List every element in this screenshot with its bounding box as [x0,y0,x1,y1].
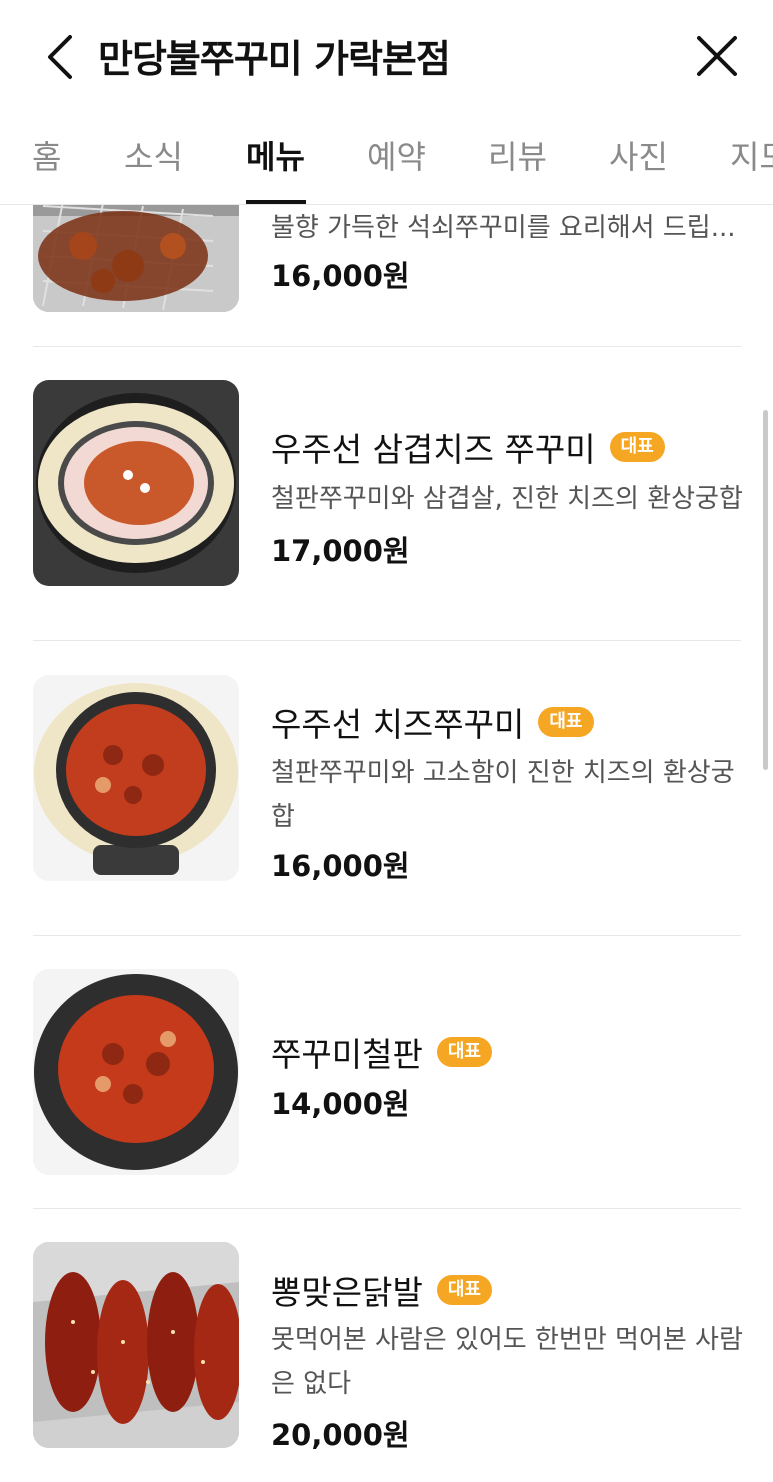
menu-item-name: 뽕맞은닭발 대표 [271,1266,492,1314]
top-bar: 만당불쭈꾸미 가락본점 [0,0,773,112]
tab-menu[interactable]: 메뉴 [246,132,305,178]
menu-item-description: 철판쭈꾸미와 삼겹살, 진한 치즈의 환상궁합 [271,484,743,514]
menu-item-photo [33,675,239,881]
menu-item-price: 20,000원 [271,1418,410,1452]
active-tab-indicator [246,200,306,204]
menu-item-name: 우주선 치즈쭈꾸미 대표 [271,698,594,746]
page-title: 만당불쭈꾸미 가락본점 [98,37,451,81]
menu-list: 불향 가득한 석쇠쭈꾸미를 요리해서 드립... 16,000원 우주선 삼겹치… [0,0,773,1482]
signature-badge: 대표 [538,707,594,737]
chevron-left-icon [48,35,72,79]
divider [33,935,741,936]
menu-item-name-text: 우주선 치즈쭈꾸미 [271,705,525,744]
menu-item-description: 못먹어본 사람은 있어도 한번만 먹어본 사람은 없다 [271,1325,743,1399]
divider [33,346,741,347]
signature-badge: 대표 [436,1037,492,1067]
menu-item-photo [33,380,239,586]
tab-map[interactable]: 지도 [730,132,773,178]
menu-item-name-text: 쭈꾸미철판 [271,1035,423,1074]
menu-item-name: 쭈꾸미철판 대표 [271,1028,492,1076]
menu-item-photo [33,969,239,1175]
signature-badge: 대표 [609,432,665,462]
tab-reservation[interactable]: 예약 [367,132,426,178]
menu-item-price: 17,000원 [271,534,410,568]
menu-item-description: 철판쭈꾸미와 고소함이 진한 치즈의 환상궁합 [271,758,735,832]
divider [33,640,741,641]
tab-photos[interactable]: 사진 [609,132,668,178]
menu-item-name-text: 우주선 삼겹치즈 쭈꾸미 [271,430,596,469]
tab-home[interactable]: 홈 [32,132,61,178]
scrollbar[interactable] [763,410,768,770]
tab-reviews[interactable]: 리뷰 [488,132,547,178]
menu-item-description: 불향 가득한 석쇠쭈꾸미를 요리해서 드립... [271,213,736,243]
menu-item-price: 16,000원 [271,849,410,883]
tab-news[interactable]: 소식 [124,132,183,178]
menu-item-name: 우주선 삼겹치즈 쭈꾸미 대표 [271,423,665,471]
tab-bar: 홈 소식 메뉴 예약 리뷰 사진 지도 [0,112,773,205]
menu-item-price: 16,000원 [271,259,410,293]
divider [33,1208,741,1209]
back-button[interactable] [36,30,82,84]
menu-item-photo [33,1242,239,1448]
close-icon [697,36,737,76]
close-button[interactable] [693,32,741,80]
menu-item-name-text: 뽕맞은닭발 [271,1273,423,1312]
menu-item-price: 14,000원 [271,1087,410,1121]
signature-badge: 대표 [436,1275,492,1305]
